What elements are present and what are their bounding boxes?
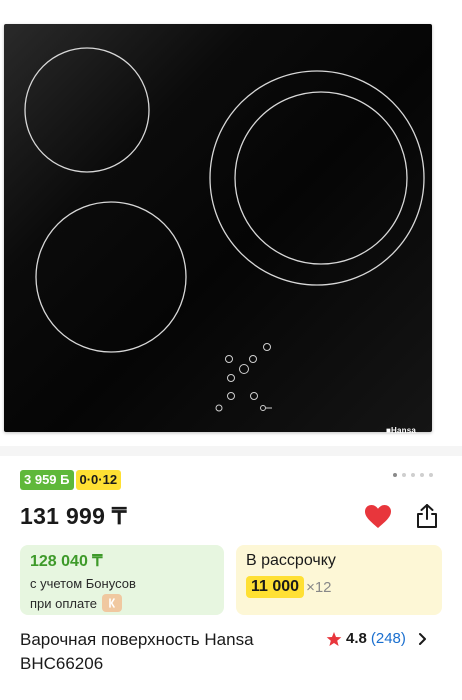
kaspi-icon	[101, 594, 122, 612]
installment-title: В рассрочку	[246, 552, 336, 569]
gallery-dot[interactable]	[393, 473, 397, 477]
rating-link[interactable]: 4.8 (248)	[326, 630, 428, 647]
promo-badges: 3 959 Б 0·0·12	[20, 470, 122, 490]
bonus-caption: с учетом Бонусов	[30, 576, 136, 591]
product-title: Варочная поверхность Hansa BHC66206	[20, 630, 254, 673]
share-icon[interactable]	[413, 502, 441, 530]
chevron-right-icon[interactable]	[416, 632, 428, 646]
installment-row: 11 000 ×12	[246, 576, 432, 598]
product-image[interactable]: ■Hansa	[4, 24, 432, 435]
gallery-dot[interactable]	[411, 473, 415, 477]
product-price: 131 999 ₸	[20, 503, 127, 529]
star-icon	[326, 631, 342, 646]
payment-label: при оплате	[30, 595, 97, 611]
gallery-pagination[interactable]	[393, 473, 433, 477]
payment-method-row: при оплате	[30, 594, 214, 612]
cooktop-illustration	[24, 47, 425, 412]
bonus-price: 128 040 ₸	[30, 553, 103, 570]
installment-amount: 11 000	[246, 576, 305, 598]
brand-logo: ■Hansa	[386, 426, 417, 435]
favorite-heart-icon[interactable]	[364, 504, 392, 530]
installment-card[interactable]: В рассрочку 11 000 ×12	[236, 545, 442, 615]
section-divider	[0, 446, 462, 456]
installment-multiplier: ×12	[306, 578, 332, 596]
bonus-badge: 3 959 Б	[20, 470, 74, 490]
review-count[interactable]: (248)	[371, 630, 406, 647]
rating-value: 4.8	[346, 630, 367, 647]
gallery-dot[interactable]	[420, 473, 424, 477]
installment-badge: 0·0·12	[75, 470, 122, 490]
bonus-price-card[interactable]: 128 040 ₸ с учетом Бонусов при оплате	[20, 545, 224, 615]
gallery-dot[interactable]	[402, 473, 406, 477]
gallery-dot[interactable]	[429, 473, 433, 477]
